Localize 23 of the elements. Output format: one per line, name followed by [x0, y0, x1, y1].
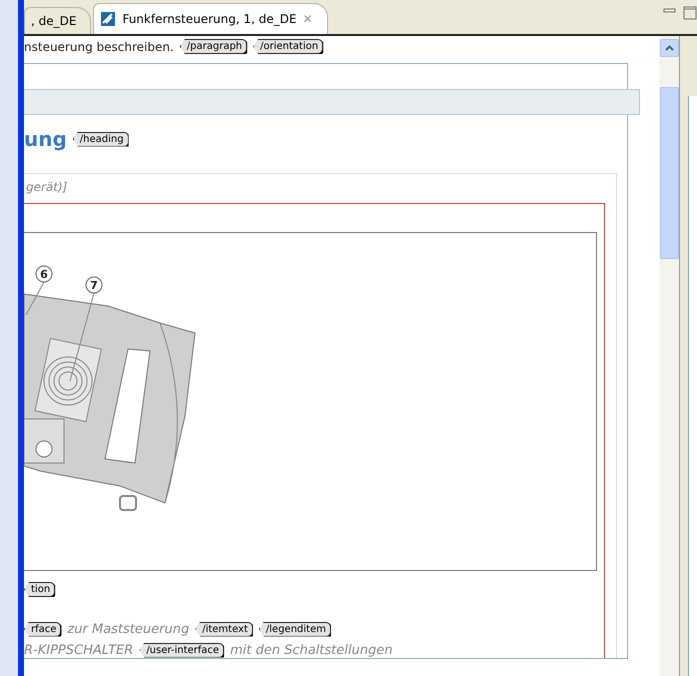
xml-tag: /legenditem [258, 622, 331, 636]
xml-tag: tion [24, 582, 56, 597]
editor-tab[interactable]: , de_DE [24, 7, 92, 34]
heading-text: ung [24, 127, 67, 151]
editor-tab[interactable]: Funkfernsteuerung, 1, de_DE ✕ [93, 3, 328, 34]
xml-tag: /heading [72, 132, 129, 146]
callout-number: 7 [86, 276, 102, 294]
scroll-up-button[interactable] [660, 39, 678, 57]
caret-up-icon [664, 45, 674, 51]
maximize-icon[interactable] [683, 6, 697, 20]
xml-tag: /paragraph [180, 39, 248, 54]
xml-tag: rface [24, 622, 62, 636]
item-text: R-KIPPSCHALTER [24, 642, 134, 658]
xml-tag: /orientation [253, 39, 324, 54]
xml-tag: /user-interface [139, 642, 224, 658]
item-text: zur Maststeuerung [67, 622, 190, 636]
caption-text: gerät)] [26, 180, 68, 194]
document-icon [100, 11, 116, 27]
callout-number: 6 [36, 266, 52, 282]
xml-tag: /itemtext [195, 622, 253, 636]
item-text: mit den Schaltstellungen [230, 642, 393, 658]
paragraph-text: nsteuerung beschreiben. [24, 40, 174, 54]
scroll-thumb[interactable] [660, 87, 678, 259]
